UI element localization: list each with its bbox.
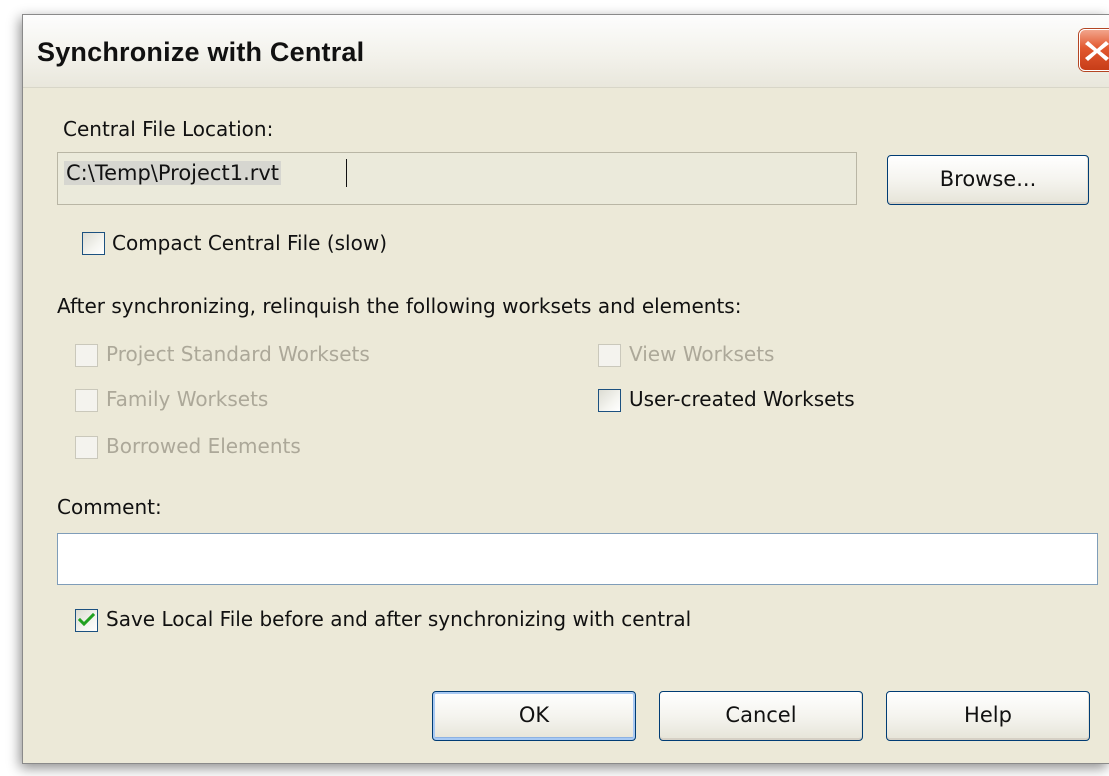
title-bar[interactable]: Synchronize with Central [23,15,1109,88]
central-file-path-value: C:\Temp\Project1.rvt [64,161,282,185]
help-button[interactable]: Help [886,691,1090,741]
ok-button[interactable]: OK [432,691,636,741]
borrowed-elements-checkbox[interactable] [75,436,98,459]
comment-label: Comment: [57,495,162,519]
relinquish-heading: After synchronizing, relinquish the foll… [57,294,742,318]
cancel-button[interactable]: Cancel [659,691,863,741]
user-created-worksets-checkbox[interactable] [598,389,621,412]
close-x-icon [1085,41,1109,61]
central-file-location-label: Central File Location: [63,117,274,141]
synchronize-dialog: Synchronize with Central Central File Lo… [22,14,1109,764]
project-standard-worksets-checkbox[interactable] [75,344,98,367]
family-worksets-checkbox[interactable] [75,389,98,412]
checkmark-icon [78,612,95,627]
view-worksets-checkbox[interactable] [598,344,621,367]
family-worksets-label: Family Worksets [106,387,269,411]
central-file-path-field[interactable]: C:\Temp\Project1.rvt [57,152,857,205]
save-local-file-label: Save Local File before and after synchro… [106,607,692,631]
project-standard-worksets-label: Project Standard Worksets [106,342,370,366]
browse-button[interactable]: Browse... [887,155,1089,205]
comment-input[interactable] [57,533,1098,585]
user-created-worksets-label: User-created Worksets [629,387,855,411]
compact-central-file-label: Compact Central File (slow) [112,231,388,255]
view-worksets-label: View Worksets [629,342,775,366]
compact-central-file-checkbox[interactable] [82,232,105,255]
close-button[interactable] [1079,29,1109,71]
dialog-title: Synchronize with Central [37,37,365,67]
text-caret [346,159,347,187]
borrowed-elements-label: Borrowed Elements [106,434,301,458]
save-local-file-checkbox[interactable] [75,609,98,632]
